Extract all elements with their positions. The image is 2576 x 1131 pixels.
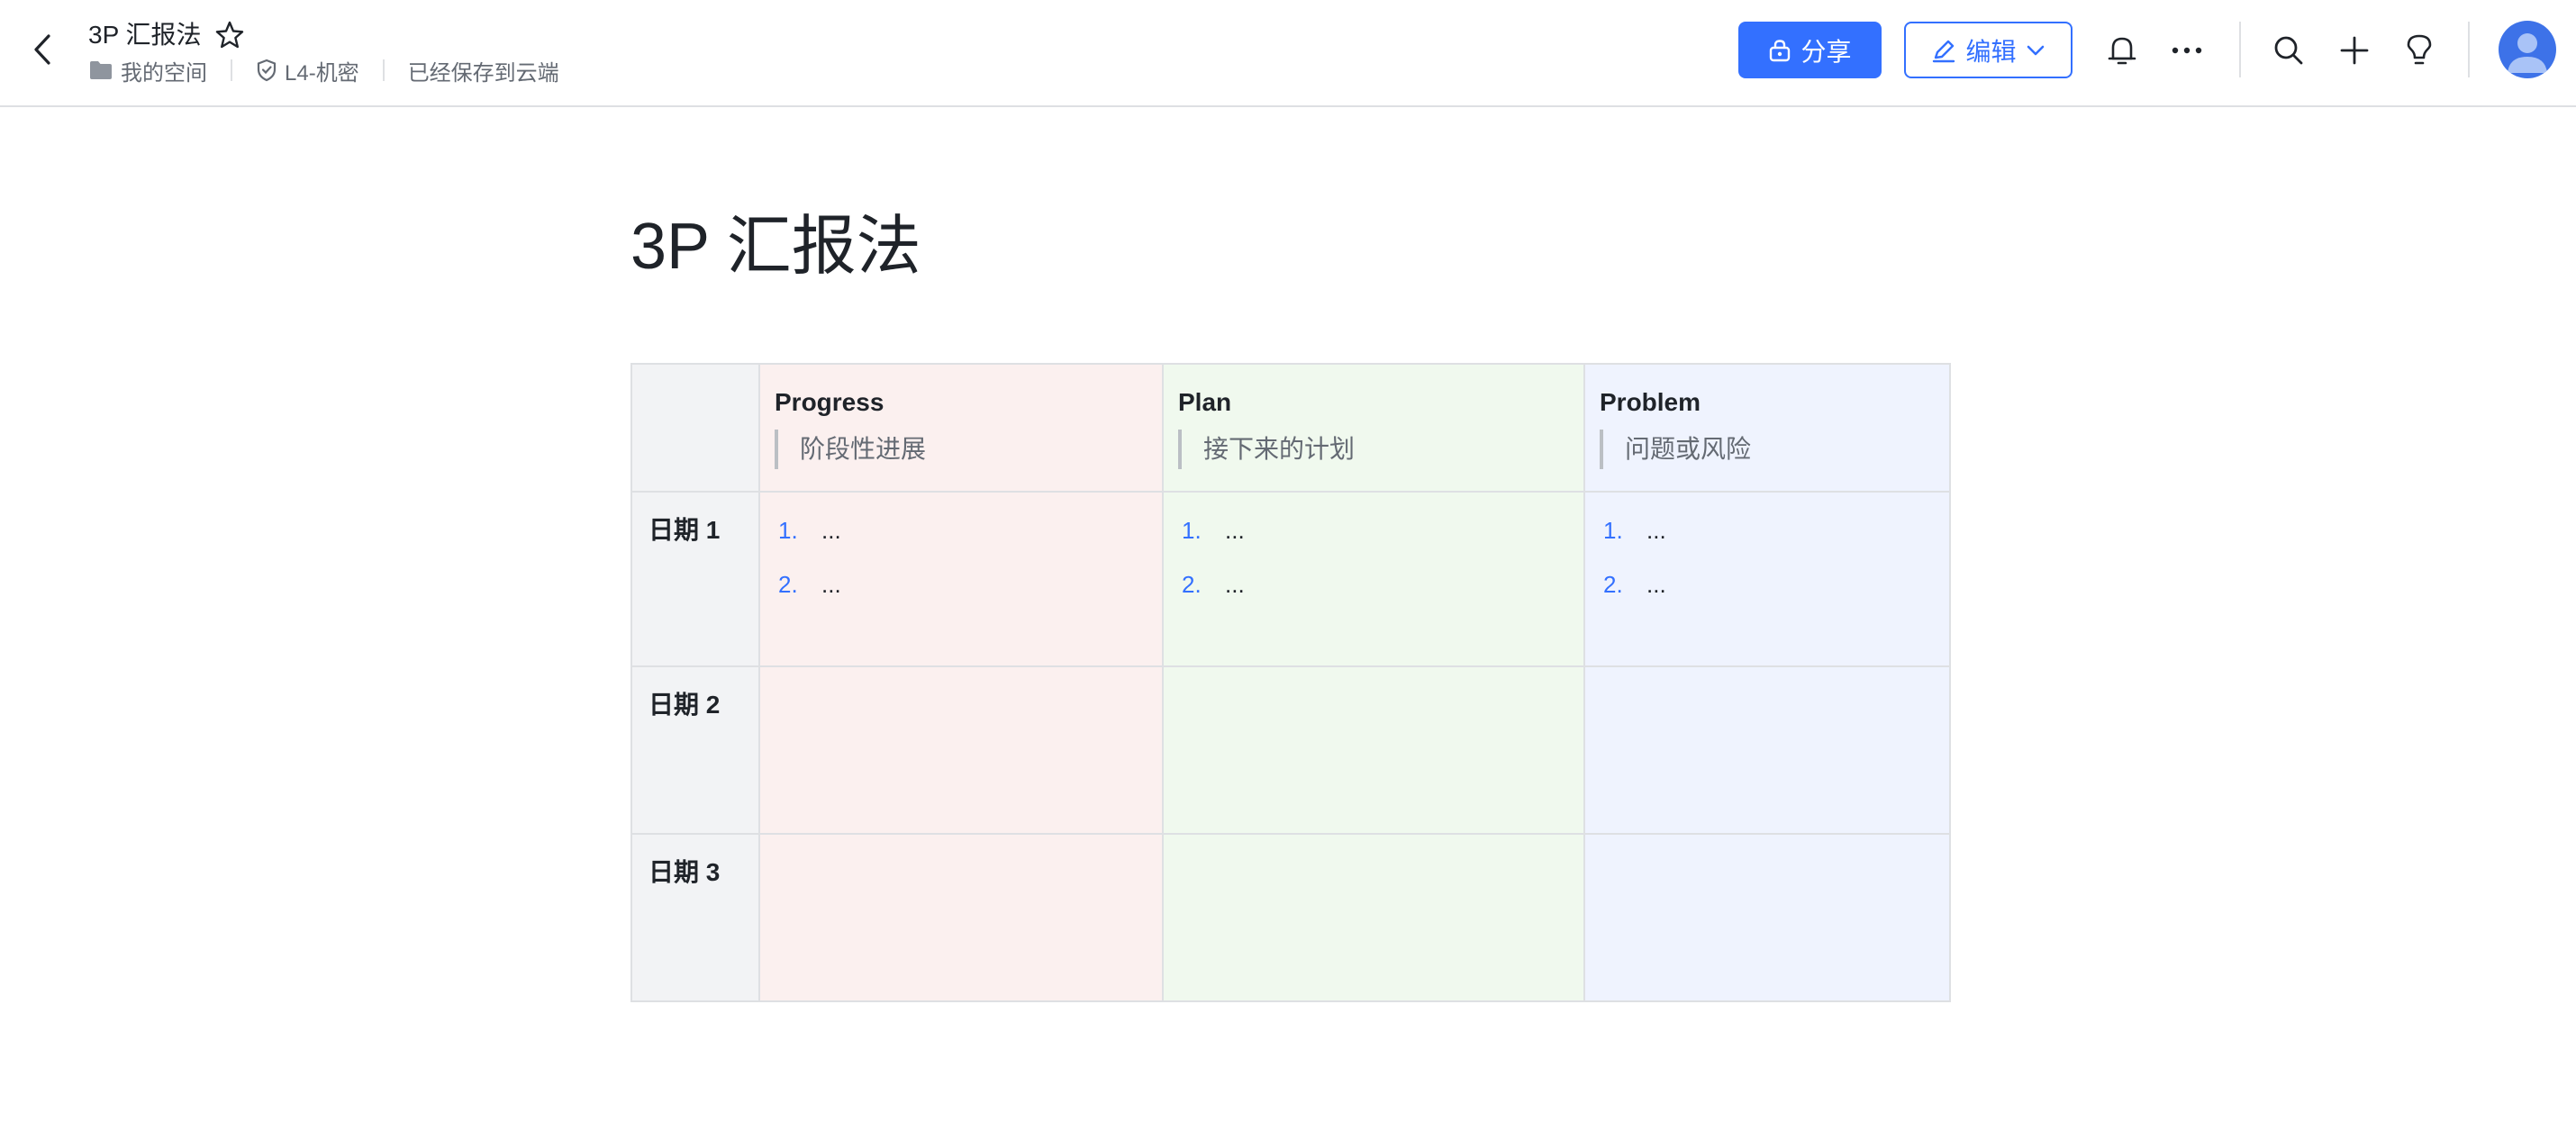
row-label-cell[interactable]: 日期 1 [630, 491, 760, 667]
pencil-icon [1933, 40, 1955, 62]
document-title: 3P 汇报法 [88, 21, 202, 49]
header-cell-plan[interactable]: Plan 接下来的计划 [1162, 363, 1585, 493]
plus-icon [2340, 36, 2369, 65]
back-button[interactable] [20, 27, 65, 72]
table-cell-problem[interactable]: 1.... 2.... [1583, 491, 1951, 667]
numbered-list: 1.... 2.... [778, 512, 1162, 602]
security-level[interactable]: L4-机密 [256, 55, 359, 86]
table-cell-plan[interactable]: 1.... 2.... [1162, 491, 1585, 667]
breadcrumb-divider [231, 59, 232, 81]
list-text: ... [1225, 571, 1245, 598]
edit-button[interactable]: 编辑 [1904, 22, 2073, 78]
list-item[interactable]: 2.... [778, 566, 1162, 602]
list-text: ... [1646, 571, 1666, 598]
list-number: 1. [1182, 517, 1202, 544]
list-number: 2. [1182, 571, 1202, 598]
tips-button[interactable] [2396, 27, 2443, 74]
list-number: 2. [778, 571, 798, 598]
breadcrumb: 我的空间 L4-机密 已经保存到云端 [88, 55, 559, 86]
row-label-cell[interactable]: 日期 2 [630, 665, 760, 835]
more-icon [2172, 47, 2202, 54]
table-header-row: Progress 阶段性进展 Plan 接下来的计划 Problem 问题或风险 [630, 363, 1951, 493]
shield-icon [257, 59, 277, 82]
create-button[interactable] [2331, 27, 2378, 74]
list-item[interactable]: 1.... [1603, 512, 1949, 548]
search-icon [2274, 36, 2303, 65]
table-cell-progress[interactable]: 1.... 2.... [758, 491, 1164, 667]
page-title: 3P 汇报法 [630, 211, 921, 283]
toolbar-divider [2468, 22, 2470, 77]
3p-table: Progress 阶段性进展 Plan 接下来的计划 Problem 问题或风险… [630, 363, 1951, 1002]
list-number: 1. [778, 517, 798, 544]
share-button-label: 分享 [1800, 37, 1852, 66]
row-label: 日期 3 [649, 858, 721, 886]
top-bar: 3P 汇报法 我的空间 L4-机密 已经保存到云端 分享 编辑 [0, 0, 2576, 107]
table-cell-plan[interactable] [1162, 833, 1585, 1002]
column-subtitle: 问题或风险 [1600, 430, 1949, 469]
list-item[interactable]: 1.... [778, 512, 1162, 548]
search-button[interactable] [2265, 27, 2312, 74]
list-item[interactable]: 2.... [1603, 566, 1949, 602]
list-text: ... [1225, 517, 1245, 544]
save-status: 已经保存到云端 [408, 55, 559, 86]
table-cell-plan[interactable] [1162, 665, 1585, 835]
lock-icon [1770, 39, 1791, 61]
row-label: 日期 2 [649, 691, 721, 719]
table-row: 日期 3 [630, 833, 1951, 1002]
column-title: Plan [1178, 388, 1232, 416]
notification-button[interactable] [2099, 27, 2145, 74]
more-button[interactable] [2163, 27, 2210, 74]
toolbar-divider [2239, 22, 2241, 77]
avatar[interactable] [2499, 21, 2556, 78]
list-number: 1. [1603, 517, 1623, 544]
column-subtitle: 阶段性进展 [775, 430, 1162, 469]
list-text: ... [821, 517, 841, 544]
row-label: 日期 1 [649, 516, 721, 544]
save-status-label: 已经保存到云端 [407, 60, 559, 86]
column-subtitle: 接下来的计划 [1178, 430, 1583, 469]
breadcrumb-space[interactable]: 我的空间 [88, 55, 207, 86]
share-button[interactable]: 分享 [1738, 22, 1882, 78]
edit-button-label: 编辑 [1965, 37, 2017, 66]
table-row: 日期 2 [630, 665, 1951, 835]
numbered-list: 1.... 2.... [1603, 512, 1949, 602]
list-item[interactable]: 2.... [1182, 566, 1583, 602]
table-cell-problem[interactable] [1583, 665, 1951, 835]
table-corner-cell[interactable] [630, 363, 760, 493]
favorite-button[interactable] [214, 20, 245, 50]
list-text: ... [1646, 517, 1666, 544]
list-item[interactable]: 1.... [1182, 512, 1583, 548]
row-label-cell[interactable]: 日期 3 [630, 833, 760, 1002]
star-icon [215, 21, 244, 49]
back-icon [34, 34, 50, 65]
column-title: Problem [1600, 388, 1701, 416]
lightbulb-icon [2407, 34, 2432, 65]
numbered-list: 1.... 2.... [1182, 512, 1583, 602]
folder-icon [90, 61, 112, 79]
header-cell-problem[interactable]: Problem 问题或风险 [1583, 363, 1951, 493]
column-title: Progress [775, 388, 884, 416]
breadcrumb-space-label: 我的空间 [121, 60, 207, 86]
table-cell-problem[interactable] [1583, 833, 1951, 1002]
table-row: 日期 1 1.... 2.... 1.... 2.... 1.... 2.... [630, 491, 1951, 667]
breadcrumb-divider [382, 59, 385, 81]
chevron-down-icon [2027, 45, 2044, 55]
list-number: 2. [1603, 571, 1623, 598]
table-cell-progress[interactable] [758, 833, 1164, 1002]
user-icon [2508, 33, 2547, 73]
security-level-label: L4-机密 [285, 60, 359, 86]
list-text: ... [821, 571, 841, 598]
bell-icon [2108, 37, 2136, 65]
header-cell-progress[interactable]: Progress 阶段性进展 [758, 363, 1164, 493]
table-cell-progress[interactable] [758, 665, 1164, 835]
